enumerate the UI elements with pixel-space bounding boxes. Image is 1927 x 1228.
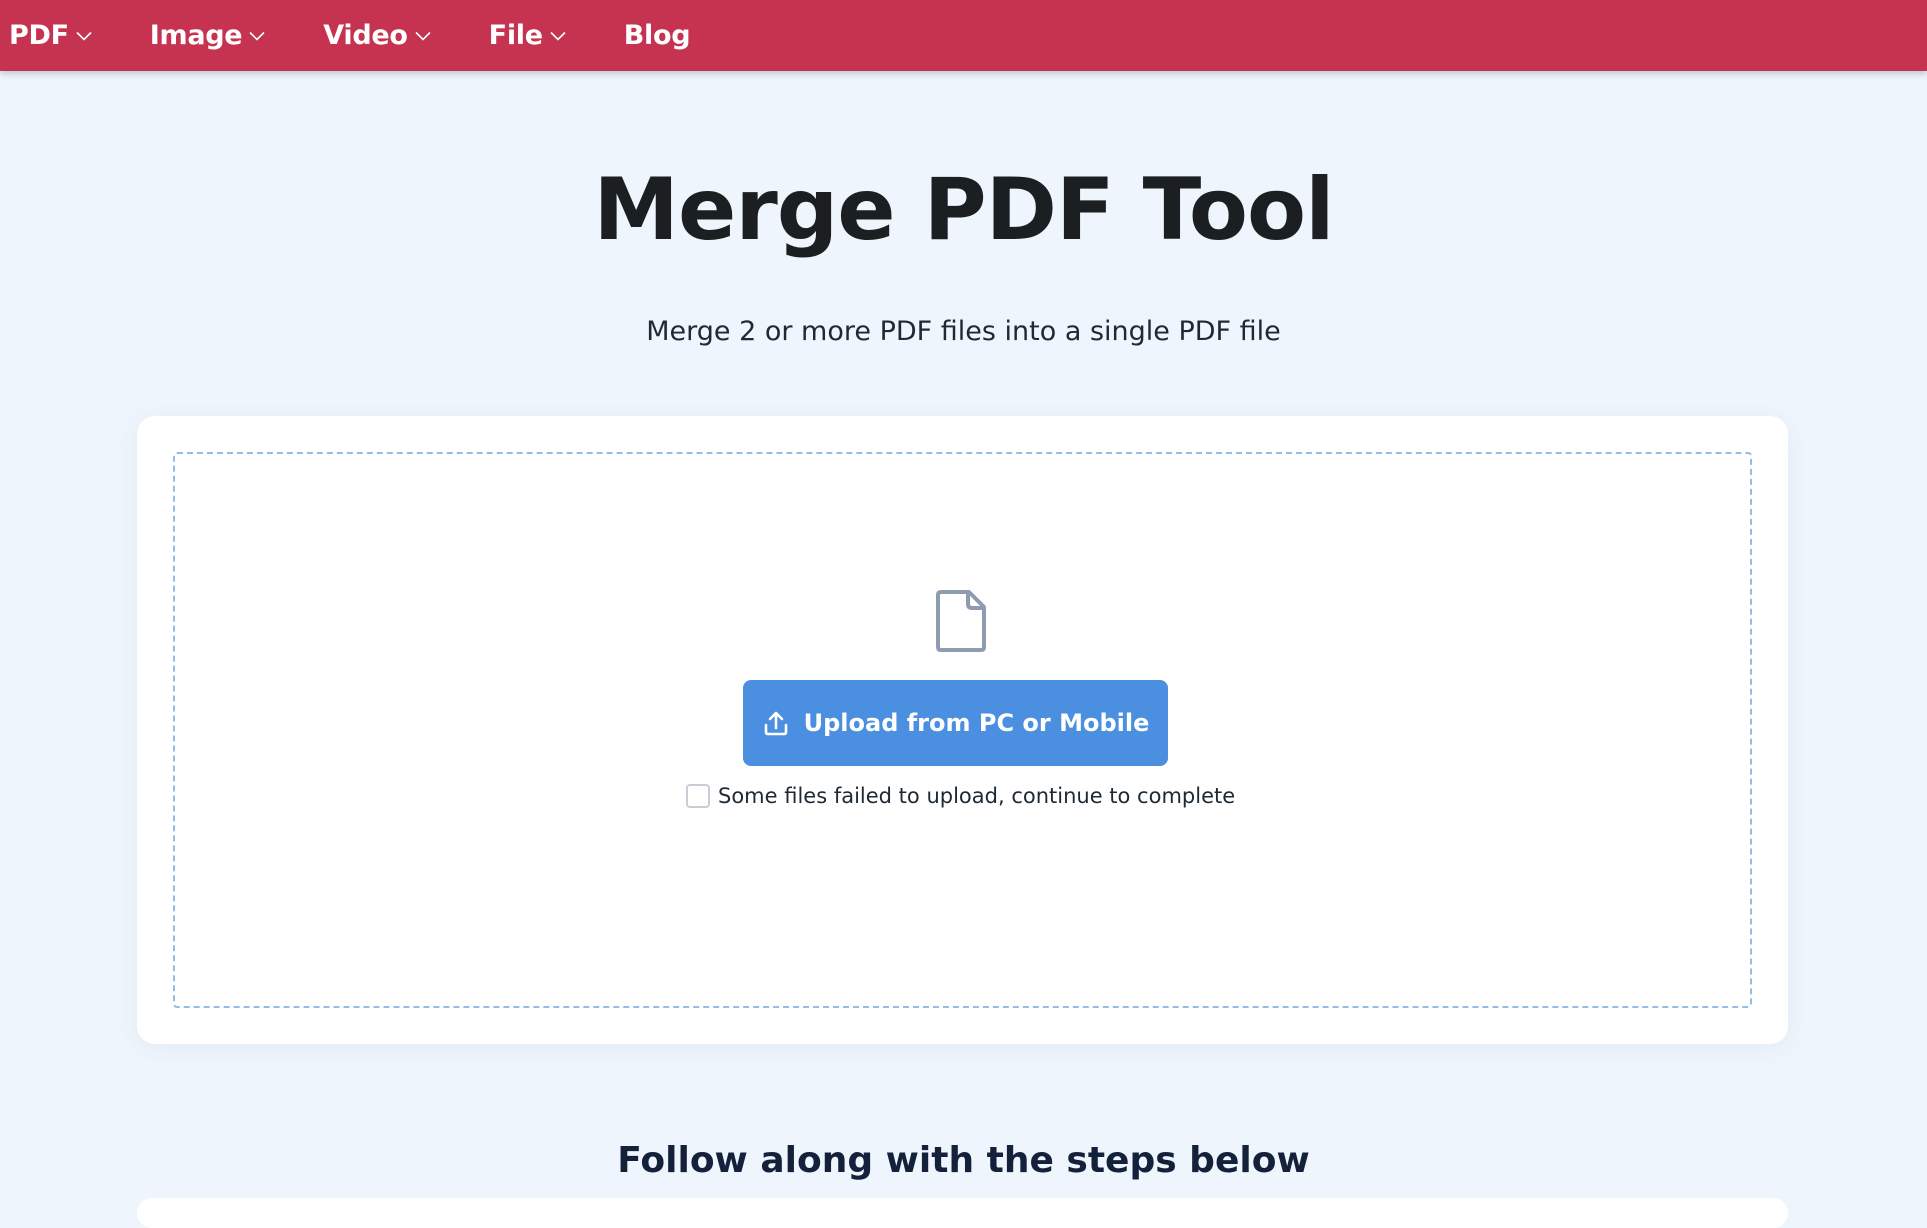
upload-button[interactable]: Upload from PC or Mobile <box>743 680 1168 766</box>
steps-heading: Follow along with the steps below <box>617 1140 1310 1181</box>
continue-checkbox-label: Some files failed to upload, continue to… <box>718 784 1236 808</box>
steps-card <box>137 1198 1788 1228</box>
nav-item-video[interactable]: Video <box>323 20 431 51</box>
page-title: Merge PDF Tool <box>593 160 1334 260</box>
top-navbar: PDF Image Video File Blog <box>0 0 1927 71</box>
nav-item-file[interactable]: File <box>489 20 566 51</box>
nav-item-label: PDF <box>9 20 69 51</box>
nav-item-blog[interactable]: Blog <box>624 20 691 51</box>
nav-item-image[interactable]: Image <box>150 20 266 51</box>
upload-icon <box>762 709 790 737</box>
page-subtitle: Merge 2 or more PDF files into a single … <box>646 316 1281 347</box>
continue-checkbox[interactable] <box>686 784 710 808</box>
file-icon <box>935 589 987 653</box>
upload-button-label: Upload from PC or Mobile <box>803 709 1150 737</box>
nav-item-label: Blog <box>623 20 691 51</box>
chevron-down-icon <box>550 31 566 41</box>
nav-item-label: File <box>488 20 543 51</box>
chevron-down-icon <box>76 31 92 41</box>
chevron-down-icon <box>249 31 265 41</box>
nav-item-pdf[interactable]: PDF <box>9 20 92 51</box>
continue-checkbox-row: Some files failed to upload, continue to… <box>686 784 1235 808</box>
nav-item-label: Image <box>149 20 243 51</box>
nav-item-label: Video <box>323 20 408 51</box>
chevron-down-icon <box>415 31 431 41</box>
